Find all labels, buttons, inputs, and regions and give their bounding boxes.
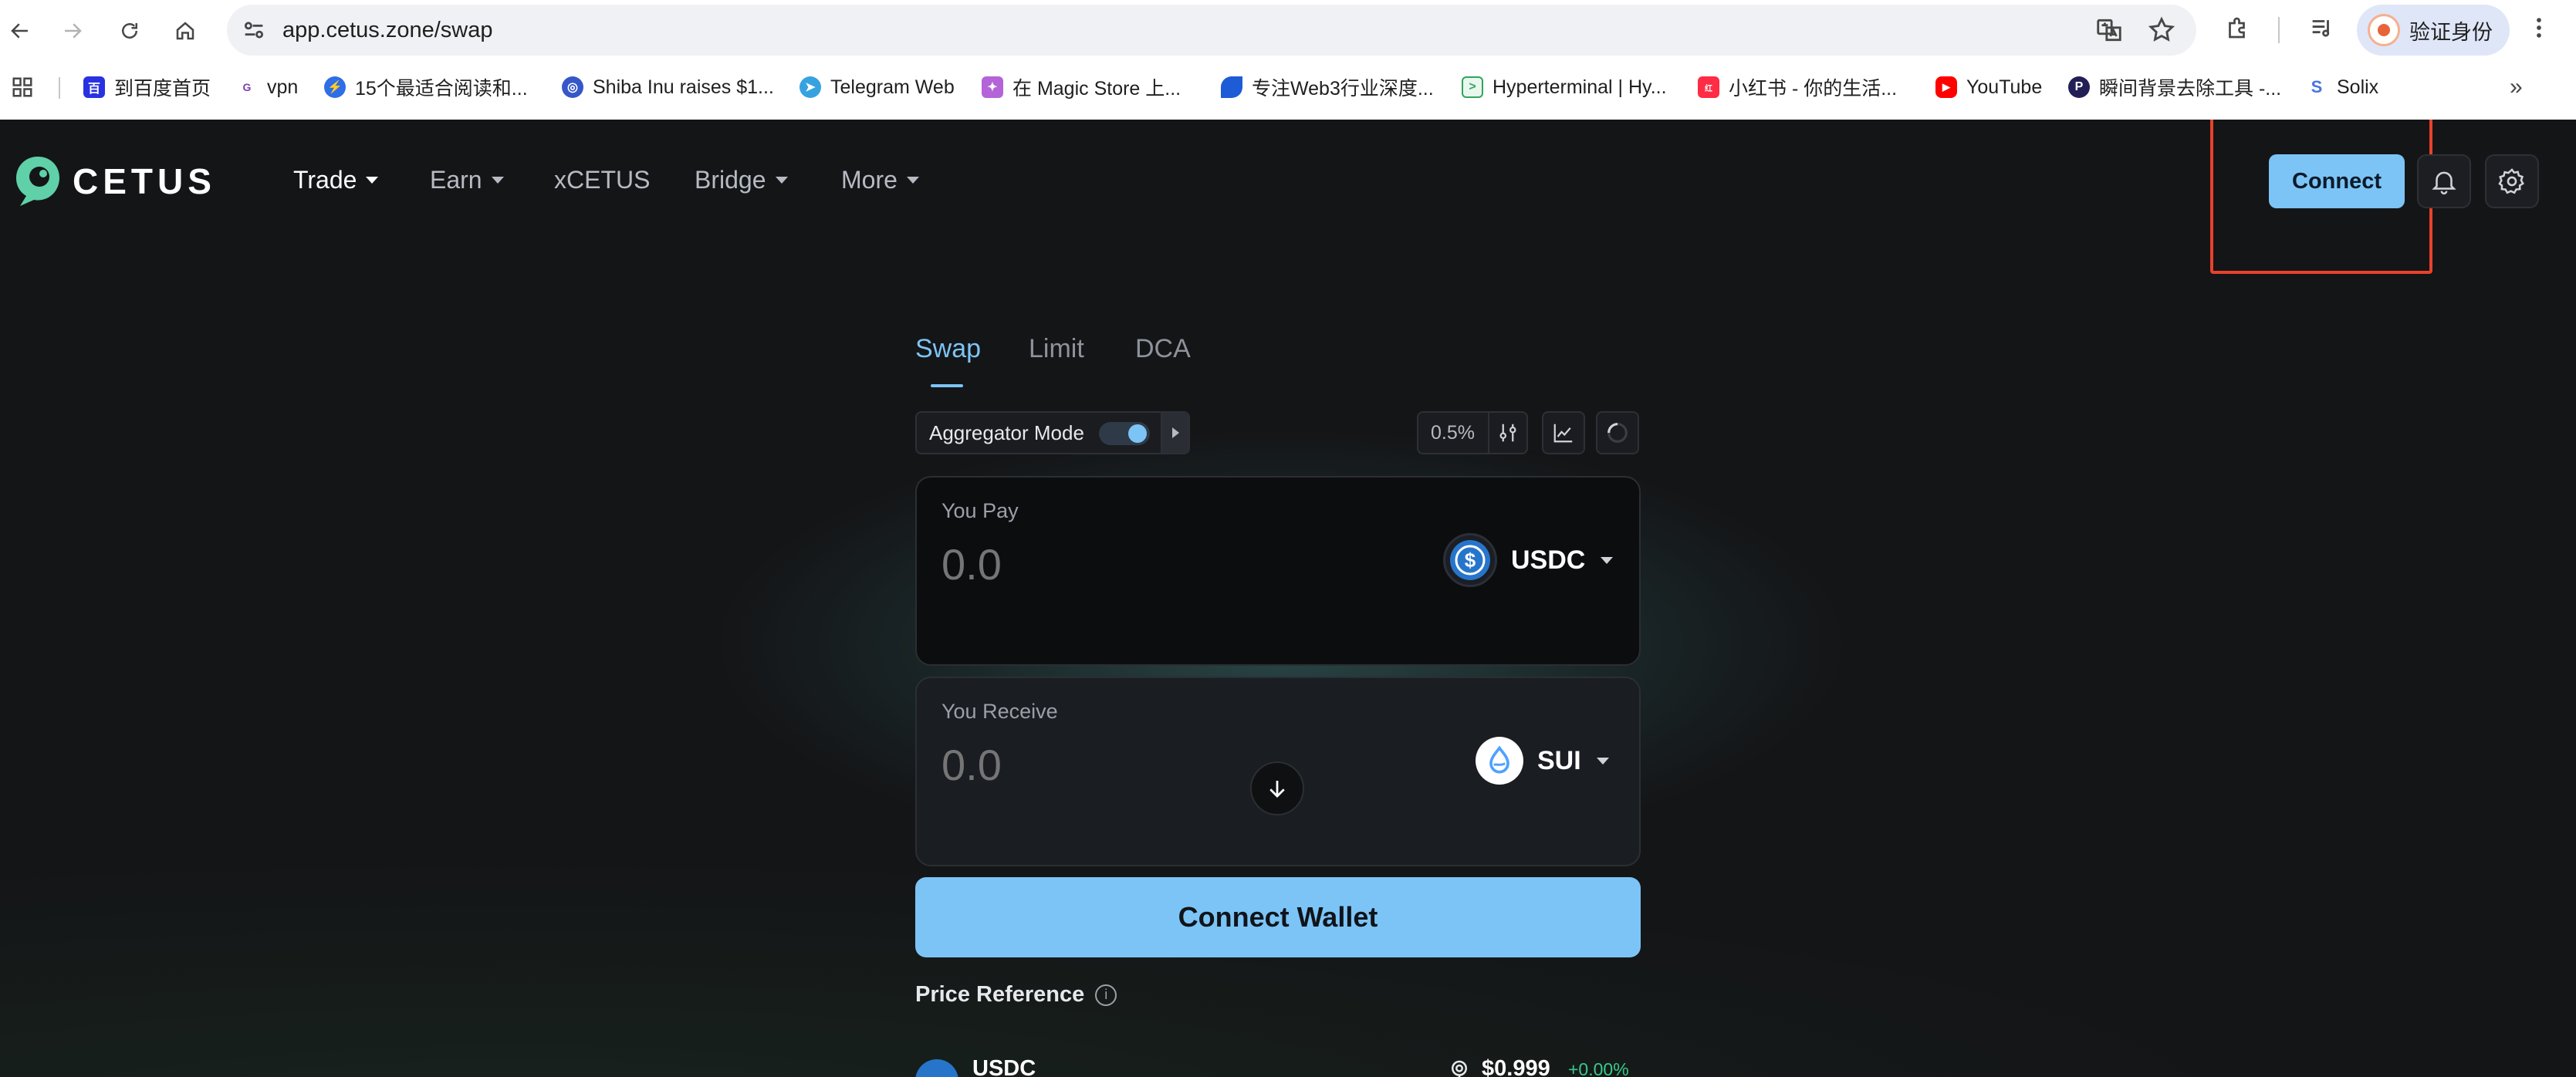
refresh-timer-icon[interactable] [1596,411,1639,454]
media-queue-icon[interactable] [2304,11,2338,45]
bookmarks-bar: 百到百度首页 Gvpn ⚡ 15个最适合阅读和... ◎ Shiba Inu rai… [0,63,2576,111]
chart-icon[interactable] [1542,411,1585,454]
sui-token-icon [1476,737,1523,785]
apps-grid-icon[interactable] [11,71,34,103]
swap-direction-button[interactable] [1250,761,1304,815]
slippage-settings-icon[interactable] [1488,413,1526,453]
bookmark-item[interactable]: Gvpn [236,71,298,103]
chevron-down-icon [366,177,379,184]
pay-label: You Pay [941,499,1019,522]
connect-wallet-button[interactable]: Connect Wallet [915,877,1641,957]
svg-text:$: $ [1465,549,1476,572]
price-reference-heading: Price Reference i [915,982,1117,1008]
arrow-down-icon [1269,781,1285,798]
cetus-logo-icon [16,157,59,206]
baidu-icon: 百 [83,76,105,98]
aggregator-expand-icon[interactable] [1161,413,1188,453]
bookmark-item[interactable]: S Solix [2306,71,2378,103]
tab-swap[interactable]: Swap [915,334,981,364]
url-text[interactable]: app.cetus.zone/swap [282,5,492,56]
lightning-icon: ⚡ [324,76,346,98]
pay-token-selector[interactable]: $ USDC [1443,533,1614,587]
translate-icon[interactable] [2094,15,2124,45]
price-row-price: $0.999 [1482,1056,1550,1077]
toolbar-divider [2278,17,2280,43]
bookmark-star-icon[interactable] [2147,15,2176,45]
bookmark-item[interactable]: ✦ 在 Magic Store 上... [982,71,1181,103]
solix-icon: S [2306,76,2328,98]
more-bookmarks-icon[interactable]: » [2510,71,2523,103]
terminal-icon: > [1462,76,1483,98]
xiaohongshu-icon: 红 [1698,76,1719,98]
coin-icon: ◎ [562,76,583,98]
chevron-down-icon [1596,757,1609,765]
bookmark-item[interactable]: 百到百度首页 [83,71,211,103]
aggregator-mode-toggle[interactable] [1099,422,1150,445]
aggregator-mode-label: Aggregator Mode [929,420,1084,444]
slippage-value: 0.5% [1431,421,1475,444]
browser-menu-icon[interactable] [2522,11,2556,45]
pay-token-name: USDC [1511,545,1586,575]
nav-more[interactable]: More [841,166,919,194]
remove-bg-icon: P [2068,76,2090,98]
forward-icon[interactable] [52,11,93,51]
tab-limit[interactable]: Limit [1029,334,1084,364]
receive-token-selector[interactable]: SUI [1476,734,1609,788]
receive-label: You Receive [941,700,1058,723]
pay-card: You Pay $ USDC [915,476,1641,666]
bookmark-item[interactable]: 专注Web3行业深度... [1221,71,1434,103]
notifications-icon[interactable] [2417,154,2471,208]
telegram-icon: ➤ [800,76,821,98]
profile-label: 验证身份 [2409,20,2493,44]
chevron-down-icon [906,177,919,184]
wave-icon [1221,76,1242,98]
tab-dca[interactable]: DCA [1135,334,1191,364]
usdc-token-icon [915,1059,958,1077]
nav-xcetus[interactable]: xCETUS [554,166,650,194]
nav-trade[interactable]: Trade [293,166,379,194]
bookmark-item[interactable]: > Hyperterminal | Hy... [1462,71,1667,103]
chevron-down-icon [1601,556,1614,564]
settings-gear-icon[interactable] [2485,154,2539,208]
active-tab-indicator [931,384,963,387]
chevron-down-icon [491,177,504,184]
vpn-icon: G [236,76,258,98]
usdc-token-icon: $ [1443,533,1497,587]
cetus-logo[interactable]: CETUS [14,155,216,208]
youtube-icon: ▶ [1935,76,1957,98]
back-icon[interactable] [0,11,40,51]
price-row-change: +0.00% [1568,1059,1629,1077]
aggregator-mode-control: Aggregator Mode [915,411,1190,454]
pay-amount-input[interactable] [941,539,1327,589]
info-icon[interactable]: i [1095,984,1117,1006]
cetus-app: CETUS Trade Earn xCETUS Bridge More Conn… [0,120,2576,1077]
bookmark-item[interactable]: P 瞬间背景去除工具 -... [2068,71,2281,103]
bookmarks-divider [59,77,60,99]
connect-button[interactable]: Connect [2269,154,2405,208]
bookmark-item[interactable]: ◎ Shiba Inu raises $1... [562,71,774,103]
profile-button[interactable]: 验证身份 [2357,5,2510,56]
browser-chrome: app.cetus.zone/swap 验证身份 百到百度首页 Gvpn ⚡ 15… [0,0,2576,120]
extensions-icon[interactable] [2221,11,2255,45]
bookmark-item[interactable]: ⚡ 15个最适合阅读和... [324,71,528,103]
chevron-down-icon [775,177,788,184]
nav-earn[interactable]: Earn [430,166,504,194]
price-reference-row: USDC $0.999 +0.00% [915,1056,1641,1077]
oracle-icon [1452,1060,1467,1077]
magic-store-icon: ✦ [982,76,1003,98]
bookmark-item[interactable]: 红小红书 - 你的生活... [1698,71,1897,103]
price-row-token: USDC [972,1056,1036,1077]
price-reference-label: Price Reference [915,982,1085,1007]
bookmark-item[interactable]: ▶ YouTube [1935,71,2042,103]
home-icon[interactable] [165,11,205,51]
reload-icon[interactable] [110,11,150,51]
logo-text: CETUS [73,161,216,201]
slippage-control[interactable]: 0.5% [1417,411,1528,454]
address-bar[interactable]: app.cetus.zone/swap [227,5,2196,56]
site-settings-icon[interactable] [241,17,267,43]
avatar [2368,14,2400,46]
nav-bridge[interactable]: Bridge [695,166,788,194]
receive-token-name: SUI [1537,745,1581,775]
bookmark-item[interactable]: ➤ Telegram Web [800,71,955,103]
